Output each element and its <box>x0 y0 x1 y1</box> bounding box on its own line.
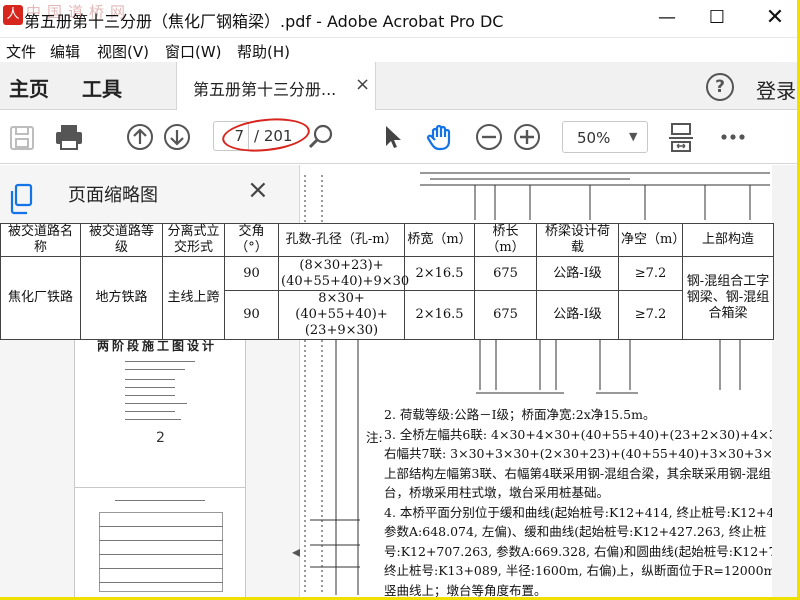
notes-text: 2. 荷载等级:公路－Ⅰ级；桥面净宽:2x净15.5m。 3. 全桥左幅共6联:… <box>384 407 800 598</box>
more-icon[interactable] <box>716 120 750 154</box>
pane-title: 页面缩略图 <box>68 185 158 206</box>
table-cell: 钢-混组合工字钢梁、钢-混组合箱梁 <box>682 256 774 340</box>
table-header: 被交道路等级 <box>80 223 163 257</box>
table-header: 桥梁设计荷载 <box>536 223 619 257</box>
table-cell: 公路-Ⅰ级 <box>536 256 619 291</box>
window-title: 第五册第十三分册（焦化厂钢箱梁）.pdf - Adobe Acrobat Pro… <box>24 12 504 31</box>
table-header-row: 被交道路名称 被交道路等级 分离式立交形式 交角（°） 孔数-孔径（孔-m） 桥… <box>0 223 774 257</box>
close-window-button[interactable]: ✕ <box>760 4 790 32</box>
menu-file[interactable]: 文件 <box>6 41 36 62</box>
notes-label: 注: <box>366 430 383 445</box>
hand-tool-icon[interactable] <box>423 120 457 154</box>
maximize-button[interactable]: ☐ <box>702 4 732 32</box>
document-tab-label: 第五册第十三分册... <box>193 80 337 99</box>
login-button[interactable]: 登录 <box>756 75 796 104</box>
print-icon[interactable] <box>52 120 86 154</box>
help-icon[interactable]: ? <box>706 73 734 101</box>
page-number-input[interactable] <box>213 121 249 151</box>
table-header: 被交道路名称 <box>0 223 81 257</box>
tab-tools[interactable]: 工具 <box>82 73 122 102</box>
table-header: 交角（°） <box>224 223 279 257</box>
table-header: 桥长（m） <box>474 223 537 257</box>
menu-edit[interactable]: 编辑 <box>50 41 80 62</box>
bridge-info-table: 被交道路名称 被交道路等级 分离式立交形式 交角（°） 孔数-孔径（孔-m） 桥… <box>0 223 774 340</box>
tab-bar: 主页 工具 第五册第十三分册... × ? 登录 <box>0 62 800 110</box>
table-cell: 90 <box>224 256 279 291</box>
select-pointer-icon[interactable] <box>375 120 409 154</box>
zoom-in-icon[interactable] <box>510 120 544 154</box>
magnifier-icon[interactable] <box>304 120 338 154</box>
table-cell: 主线上跨 <box>162 256 225 340</box>
zoom-out-icon[interactable] <box>472 120 506 154</box>
table-cell: ≥7.2 <box>618 256 683 291</box>
table-cell: 公路-Ⅰ级 <box>536 290 619 340</box>
page-down-icon[interactable] <box>160 120 194 154</box>
save-icon[interactable] <box>5 120 39 154</box>
title-bar: 人 中国道桥网 第五册第十三分册（焦化厂钢箱梁）.pdf - Adobe Acr… <box>0 0 800 38</box>
table-header: 上部构造 <box>682 223 774 257</box>
page-total: / 201 <box>254 127 293 145</box>
page-thumbnail[interactable] <box>74 487 246 600</box>
tab-document[interactable]: 第五册第十三分册... × <box>176 62 376 110</box>
menu-help[interactable]: 帮助(H) <box>237 41 290 62</box>
table-header: 净空（m） <box>618 223 685 257</box>
zoom-value: 50% <box>577 129 611 147</box>
menu-view[interactable]: 视图(V) <box>97 41 149 62</box>
table-header: 分离式立交形式 <box>162 223 225 257</box>
page-up-icon[interactable] <box>123 120 157 154</box>
table-cell: 2×16.5 <box>404 290 475 340</box>
table-cell: 地方铁路 <box>80 256 163 340</box>
thumbnail-page-number: 2 <box>156 430 165 446</box>
menu-bar: 文件 编辑 视图(V) 窗口(W) 帮助(H) <box>0 38 800 62</box>
table-cell: (8×30+23)+(40+55+40)+9×30 <box>278 256 409 291</box>
acrobat-logo-icon: 人 <box>3 5 23 25</box>
thumbnails-icon[interactable] <box>8 183 36 221</box>
table-cell: 675 <box>474 290 537 340</box>
table-cell: ≥7.2 <box>618 290 683 340</box>
table-header: 孔数-孔径（孔-m） <box>278 223 405 257</box>
table-cell: 焦化厂铁路 <box>0 256 81 340</box>
close-pane-button[interactable]: × <box>247 175 269 205</box>
minimize-button[interactable]: — <box>652 4 682 32</box>
table-header: 桥宽（m） <box>404 223 475 257</box>
fit-page-icon[interactable] <box>664 120 698 154</box>
toolbar <box>0 110 800 164</box>
table-cell: 675 <box>474 256 537 291</box>
chevron-down-icon: ▼ <box>629 130 638 143</box>
zoom-select[interactable]: 50% ▼ <box>562 121 648 153</box>
document-scrollbar[interactable] <box>772 165 800 600</box>
tab-home[interactable]: 主页 <box>9 73 49 102</box>
table-cell: 90 <box>224 290 279 340</box>
table-cell: 8×30+(40+55+40)+(23+9×30) <box>278 290 405 340</box>
menu-window[interactable]: 窗口(W) <box>165 41 222 62</box>
table-row: 焦化厂铁路 地方铁路 主线上跨 90 (8×30+23)+(40+55+40)+… <box>0 256 774 340</box>
close-tab-button[interactable]: × <box>355 74 370 95</box>
table-cell: 2×16.5 <box>404 256 475 291</box>
